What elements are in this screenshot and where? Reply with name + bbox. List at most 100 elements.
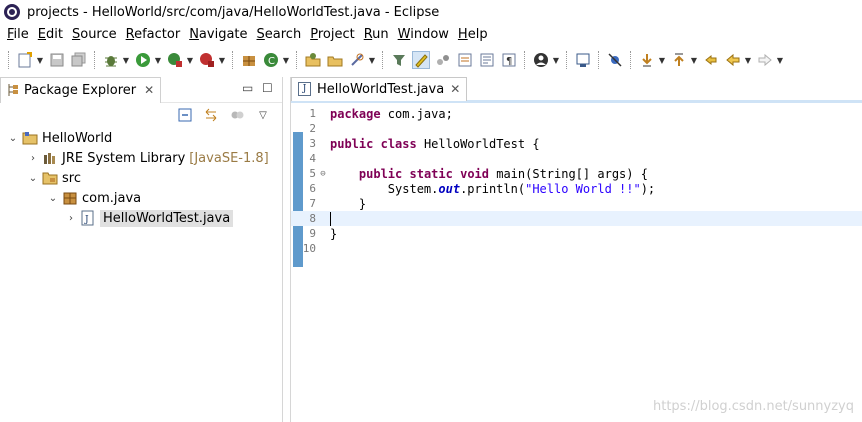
tree-item-src[interactable]: ⌄ src xyxy=(0,168,283,188)
show-whitespace-icon[interactable] xyxy=(434,51,452,69)
menu-run[interactable]: Run xyxy=(360,27,393,42)
toggle-mark-occurrences-icon[interactable] xyxy=(390,51,408,69)
line-number: 3 xyxy=(309,137,316,150)
link-with-editor-icon[interactable] xyxy=(202,106,220,124)
chevron-down-icon[interactable]: ⌄ xyxy=(8,133,18,144)
tab-package-explorer[interactable]: Package Explorer ✕ xyxy=(0,76,162,103)
fold-collapse-icon[interactable]: ⊖ xyxy=(318,169,328,179)
menu-refactor[interactable]: Refactor xyxy=(122,27,185,42)
toolbar-separator xyxy=(524,51,526,69)
previous-annotation-dropdown-icon[interactable]: ▼ xyxy=(690,51,698,69)
line-number: 7 xyxy=(309,197,316,210)
code-line: 10 xyxy=(291,241,862,256)
new-icon[interactable] xyxy=(16,51,34,69)
toolbar-separator xyxy=(94,51,96,69)
forward-icon[interactable] xyxy=(756,51,774,69)
tree-item-label: JRE System Library xyxy=(62,150,186,166)
maximize-icon[interactable]: ☐ xyxy=(262,81,273,95)
watermark: https://blog.csdn.net/sunnyzyq xyxy=(652,399,854,414)
tree-item-package[interactable]: ⌄ com.java xyxy=(0,188,283,208)
minimize-icon[interactable]: ▭ xyxy=(242,81,253,95)
external-tools-icon[interactable] xyxy=(198,51,216,69)
word-wrap-icon[interactable] xyxy=(478,51,496,69)
debug-icon[interactable] xyxy=(102,51,120,69)
back-dropdown-icon[interactable]: ▼ xyxy=(744,51,752,69)
tree-item-label: HelloWorldTest.java xyxy=(100,209,234,227)
new-java-class-dropdown-icon[interactable]: ▼ xyxy=(282,51,290,69)
menu-help[interactable]: Help xyxy=(454,27,492,42)
menu-file[interactable]: File xyxy=(3,27,33,42)
save-all-icon[interactable] xyxy=(70,51,88,69)
new-dropdown-icon[interactable]: ▼ xyxy=(36,51,44,69)
last-edit-location-icon[interactable] xyxy=(702,51,720,69)
run-icon[interactable] xyxy=(134,51,152,69)
main-toolbar: ▼ ▼ ▼ ▼ ▼ C ▼ ▼ ¶ ▼ ▼ ▼ ▼ ▼ xyxy=(0,46,862,74)
svg-text:¶: ¶ xyxy=(506,56,512,67)
new-java-package-icon[interactable] xyxy=(240,51,258,69)
pilcrow-icon[interactable]: ¶ xyxy=(500,51,518,69)
line-number: 10 xyxy=(302,242,316,255)
search-dropdown-icon[interactable]: ▼ xyxy=(368,51,376,69)
svg-text:J: J xyxy=(84,215,89,225)
code-line: 2 xyxy=(291,121,862,136)
collapse-all-icon[interactable] xyxy=(176,106,194,124)
code-line-current: 8 xyxy=(291,211,862,226)
external-tools-dropdown-icon[interactable]: ▼ xyxy=(218,51,226,69)
menu-edit[interactable]: Edit xyxy=(34,27,67,42)
coverage-dropdown-icon[interactable]: ▼ xyxy=(186,51,194,69)
open-folder-icon[interactable] xyxy=(326,51,344,69)
console-icon[interactable] xyxy=(574,51,592,69)
menu-search[interactable]: Search xyxy=(253,27,306,42)
editor-tab-label: HelloWorldTest.java xyxy=(317,81,445,97)
perspective-dropdown-icon[interactable]: ▼ xyxy=(552,51,560,69)
close-icon[interactable]: ✕ xyxy=(144,83,154,97)
code-line: 5 ⊖ public static void main(String[] arg… xyxy=(291,166,862,181)
chevron-right-icon[interactable]: › xyxy=(66,213,76,224)
view-menu-icon[interactable]: ▽ xyxy=(254,106,272,124)
menu-navigate[interactable]: Navigate xyxy=(185,27,251,42)
skip-breakpoints-icon[interactable] xyxy=(606,51,624,69)
next-annotation-icon[interactable] xyxy=(638,51,656,69)
forward-dropdown-icon[interactable]: ▼ xyxy=(776,51,784,69)
next-annotation-dropdown-icon[interactable]: ▼ xyxy=(658,51,666,69)
previous-annotation-icon[interactable] xyxy=(670,51,688,69)
close-icon[interactable]: ✕ xyxy=(450,82,460,96)
svg-text:C: C xyxy=(268,56,275,67)
open-type-icon[interactable] xyxy=(304,51,322,69)
tree-item-label: HelloWorld xyxy=(42,130,113,146)
title-bar: projects - HelloWorld/src/com/java/Hello… xyxy=(0,0,862,24)
debug-dropdown-icon[interactable]: ▼ xyxy=(122,51,130,69)
java-file-icon: J xyxy=(298,82,311,96)
menu-source[interactable]: Source xyxy=(68,27,121,42)
chevron-down-icon[interactable]: ⌄ xyxy=(28,173,38,184)
tree-item-label: src xyxy=(62,170,81,186)
tree-item-jre-library[interactable]: › JRE System Library [JavaSE-1.8] xyxy=(0,148,283,168)
tab-hello-world-test[interactable]: J HelloWorldTest.java ✕ xyxy=(291,76,468,101)
new-java-class-icon[interactable]: C xyxy=(262,51,280,69)
chevron-down-icon[interactable]: ⌄ xyxy=(48,193,58,204)
line-number: 2 xyxy=(309,122,316,135)
filters-icon[interactable] xyxy=(228,106,246,124)
toolbar-separator xyxy=(566,51,568,69)
menu-project[interactable]: Project xyxy=(306,27,359,42)
block-selection-icon[interactable] xyxy=(456,51,474,69)
code-line: 9 } xyxy=(291,226,862,241)
back-icon[interactable] xyxy=(724,51,742,69)
toolbar-separator xyxy=(8,51,10,69)
menu-window[interactable]: Window xyxy=(394,27,453,42)
code-text: package com.java; xyxy=(330,106,453,121)
run-dropdown-icon[interactable]: ▼ xyxy=(154,51,162,69)
toggle-highlight-icon[interactable] xyxy=(412,51,430,69)
save-icon[interactable] xyxy=(48,51,66,69)
code-text: } xyxy=(330,226,338,241)
source-folder-icon xyxy=(42,170,58,186)
coverage-icon[interactable] xyxy=(166,51,184,69)
search-task-icon[interactable] xyxy=(348,51,366,69)
tree-item-project[interactable]: ⌄ HelloWorld xyxy=(0,128,283,148)
chevron-right-icon[interactable]: › xyxy=(28,153,38,164)
line-number: 6 xyxy=(309,182,316,195)
perspective-icon[interactable] xyxy=(532,51,550,69)
line-number: 9 xyxy=(309,227,316,240)
code-editor[interactable]: 1 package com.java; 2 3 public class Hel… xyxy=(291,106,862,422)
tree-item-java-file[interactable]: › J HelloWorldTest.java xyxy=(0,208,283,228)
